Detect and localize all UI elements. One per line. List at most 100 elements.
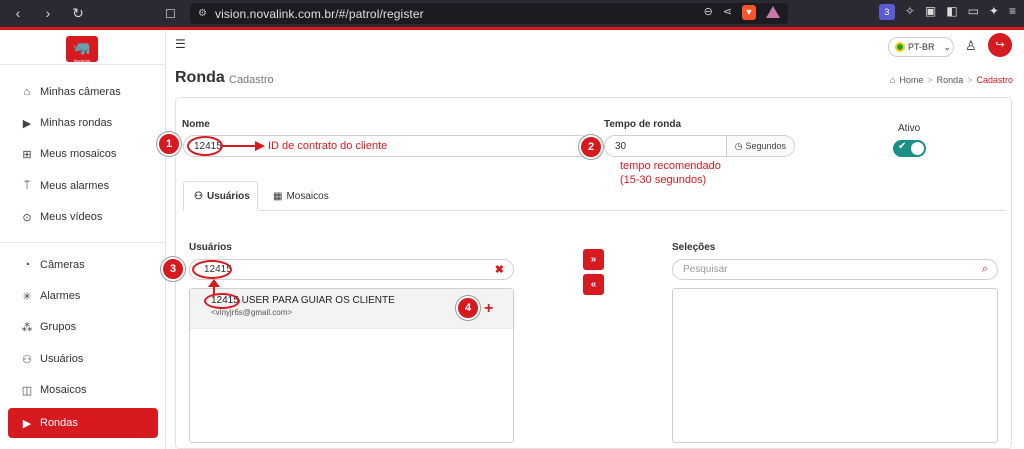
annotation-badge-3: 3 — [161, 257, 185, 281]
add-user-plus-icon[interactable]: + — [484, 300, 493, 318]
brave-rewards-icon[interactable] — [766, 6, 780, 18]
sidebar-item-mosaicos[interactable]: ◫ Mosaicos — [8, 375, 158, 405]
logo-glyph: 🦏 — [73, 39, 91, 55]
breadcrumb-section[interactable]: Ronda — [937, 75, 964, 85]
forward-icon[interactable]: › — [40, 5, 56, 22]
sidebar-item-label: Mosaicos — [40, 384, 87, 396]
selections-label: Seleções — [672, 242, 716, 253]
app-logo[interactable]: 🦏 NovaLink — [66, 36, 98, 63]
sidebar-item-label: Alarmes — [40, 290, 81, 302]
search-icon[interactable]: ⌕ — [982, 263, 988, 276]
sidebar-item-label: Meus mosaicos — [40, 148, 117, 160]
sidebar-item-meus-videos[interactable]: ⊙ Meus vídeos — [8, 202, 158, 232]
time-unit-addon: ◷ Segundos — [725, 136, 794, 156]
users-search-input[interactable]: 12415 ✖ — [189, 259, 514, 280]
users-label: Usuários — [189, 242, 232, 253]
sidebar-item-meus-alarmes[interactable]: ⍑ Meus alarmes — [8, 171, 158, 201]
back-icon[interactable]: ‹ — [10, 5, 26, 22]
active-toggle[interactable]: ✔ — [893, 140, 926, 157]
annotation-time-note-1: tempo recomendado — [620, 160, 721, 172]
camera-icon: ◔ — [23, 259, 31, 271]
patrol-icon: ▶ — [22, 417, 32, 430]
sidebar-item-cameras[interactable]: ◔ Câmeras — [8, 250, 158, 280]
sidebar-item-meus-mosaicos[interactable]: ⊞ Meus mosaicos — [8, 139, 158, 169]
home-icon: ⌂ — [23, 86, 31, 98]
home-icon: ⌂ — [889, 75, 896, 85]
sidebar-item-alarmes[interactable]: ✳ Alarmes — [8, 281, 158, 311]
leo-icon[interactable]: ✦ — [989, 4, 999, 20]
alarm-icon: ⍑ — [23, 179, 31, 192]
page-title: Ronda — [175, 69, 225, 86]
sidebar-item-usuarios[interactable]: ⚇ Usuários — [8, 344, 158, 374]
sidebar-item-label: Rondas — [40, 417, 78, 429]
grid-icon: ⊞ — [22, 148, 32, 161]
menu-icon[interactable]: ≡ — [1009, 4, 1016, 20]
clear-icon[interactable]: ✖ — [495, 263, 504, 276]
sidebar-item-label: Meus vídeos — [40, 211, 103, 223]
user-icon[interactable]: ♙ — [965, 38, 977, 54]
active-label: Ativo — [898, 123, 921, 134]
sidebar-item-grupos[interactable]: ⁂ Grupos — [8, 312, 158, 342]
annotation-ring-name — [187, 136, 223, 156]
zoom-icon[interactable]: ⊖ — [704, 5, 713, 20]
sidebar-item-minhas-rondas[interactable]: ▶ Minhas rondas — [8, 108, 158, 138]
brave-shield-icon[interactable]: ▼ — [742, 5, 756, 20]
remove-all-button[interactable]: « — [583, 274, 604, 295]
annotation-badge-4: 4 — [456, 296, 480, 320]
selections-list[interactable] — [672, 288, 998, 443]
chevron-down-icon: ⌄ — [943, 41, 952, 52]
puzzle-icon[interactable]: ✧ — [905, 4, 915, 20]
annotation-ring-search — [192, 260, 232, 279]
sidebar-item-label: Meus alarmes — [40, 180, 110, 192]
time-value: 30 — [615, 140, 627, 152]
extension-icon[interactable]: 3 — [878, 4, 895, 20]
annotation-ring-result — [204, 293, 240, 309]
sidebar-item-label: Minhas câmeras — [40, 86, 121, 98]
annotation-name-note: ID de contrato do cliente — [268, 140, 388, 152]
sidebar-divider — [0, 64, 166, 65]
language-selector[interactable]: PT-BR ⌄ — [888, 37, 954, 57]
sidebar-item-rondas[interactable]: ▶ Rondas — [8, 408, 158, 438]
check-icon: ✔ — [898, 141, 907, 152]
patrol-time-input[interactable]: 30 ◷ Segundos — [604, 135, 795, 157]
clock-icon: ◷ — [734, 140, 743, 151]
name-label: Nome — [182, 119, 210, 130]
annotation-badge-1: 1 — [157, 132, 181, 156]
play-circle-icon: ⊙ — [22, 211, 32, 224]
url-text: vision.novalink.com.br/#/patrol/register — [214, 6, 424, 21]
site-info-icon[interactable]: ⚙ — [198, 8, 207, 19]
time-unit-label: Segundos — [745, 141, 786, 151]
annotation-arrow-result — [208, 279, 220, 295]
logout-icon: ↪ — [995, 39, 1005, 51]
breadcrumb-separator: > — [967, 75, 973, 85]
tab-label: Mosaicos — [286, 190, 329, 202]
time-label: Tempo de ronda — [604, 119, 682, 130]
grid-icon: ▦ — [273, 190, 283, 202]
hamburger-menu-icon[interactable]: ☰ — [175, 37, 186, 51]
add-all-button[interactable]: » — [583, 249, 604, 270]
tab-mosaicos[interactable]: ▦ Mosaicos — [263, 181, 339, 211]
address-bar[interactable]: ⚙ vision.novalink.com.br/#/patrol/regist… — [190, 3, 788, 24]
annotation-time-note-2: (15-30 segundos) — [620, 174, 707, 186]
logo-label: NovaLink — [73, 58, 91, 63]
reload-icon[interactable]: ↻ — [70, 5, 86, 22]
toggle-knob — [911, 142, 924, 155]
tab-bar: ⚇ Usuários ▦ Mosaicos — [183, 181, 1006, 211]
tab-usuarios[interactable]: ⚇ Usuários — [183, 181, 258, 211]
breadcrumb-home[interactable]: Home — [899, 75, 923, 85]
vpn-icon[interactable]: ▭ — [968, 4, 979, 20]
language-label: PT-BR — [908, 42, 935, 52]
logout-button[interactable]: ↪ — [988, 33, 1012, 57]
browser-toolbar: ‹ › ↻ ☐ ⚙ vision.novalink.com.br/#/patro… — [0, 0, 1024, 27]
sidebar-toggle-icon[interactable]: ◧ — [946, 4, 957, 20]
selections-placeholder: Pesquisar — [683, 264, 728, 275]
share-icon[interactable]: ⋖ — [723, 5, 732, 20]
bookmark-icon[interactable]: ☐ — [165, 7, 191, 21]
mosaic-icon: ◫ — [21, 384, 33, 397]
users-icon: ⚇ — [22, 353, 32, 366]
groups-icon: ⁂ — [21, 321, 33, 334]
selections-search-input[interactable]: Pesquisar ⌕ — [672, 259, 998, 280]
sidebar-item-label: Minhas rondas — [40, 117, 113, 129]
sidebar-item-minhas-cameras[interactable]: ⌂ Minhas câmeras — [8, 77, 158, 107]
wallet-icon[interactable]: ▣ — [925, 4, 936, 20]
